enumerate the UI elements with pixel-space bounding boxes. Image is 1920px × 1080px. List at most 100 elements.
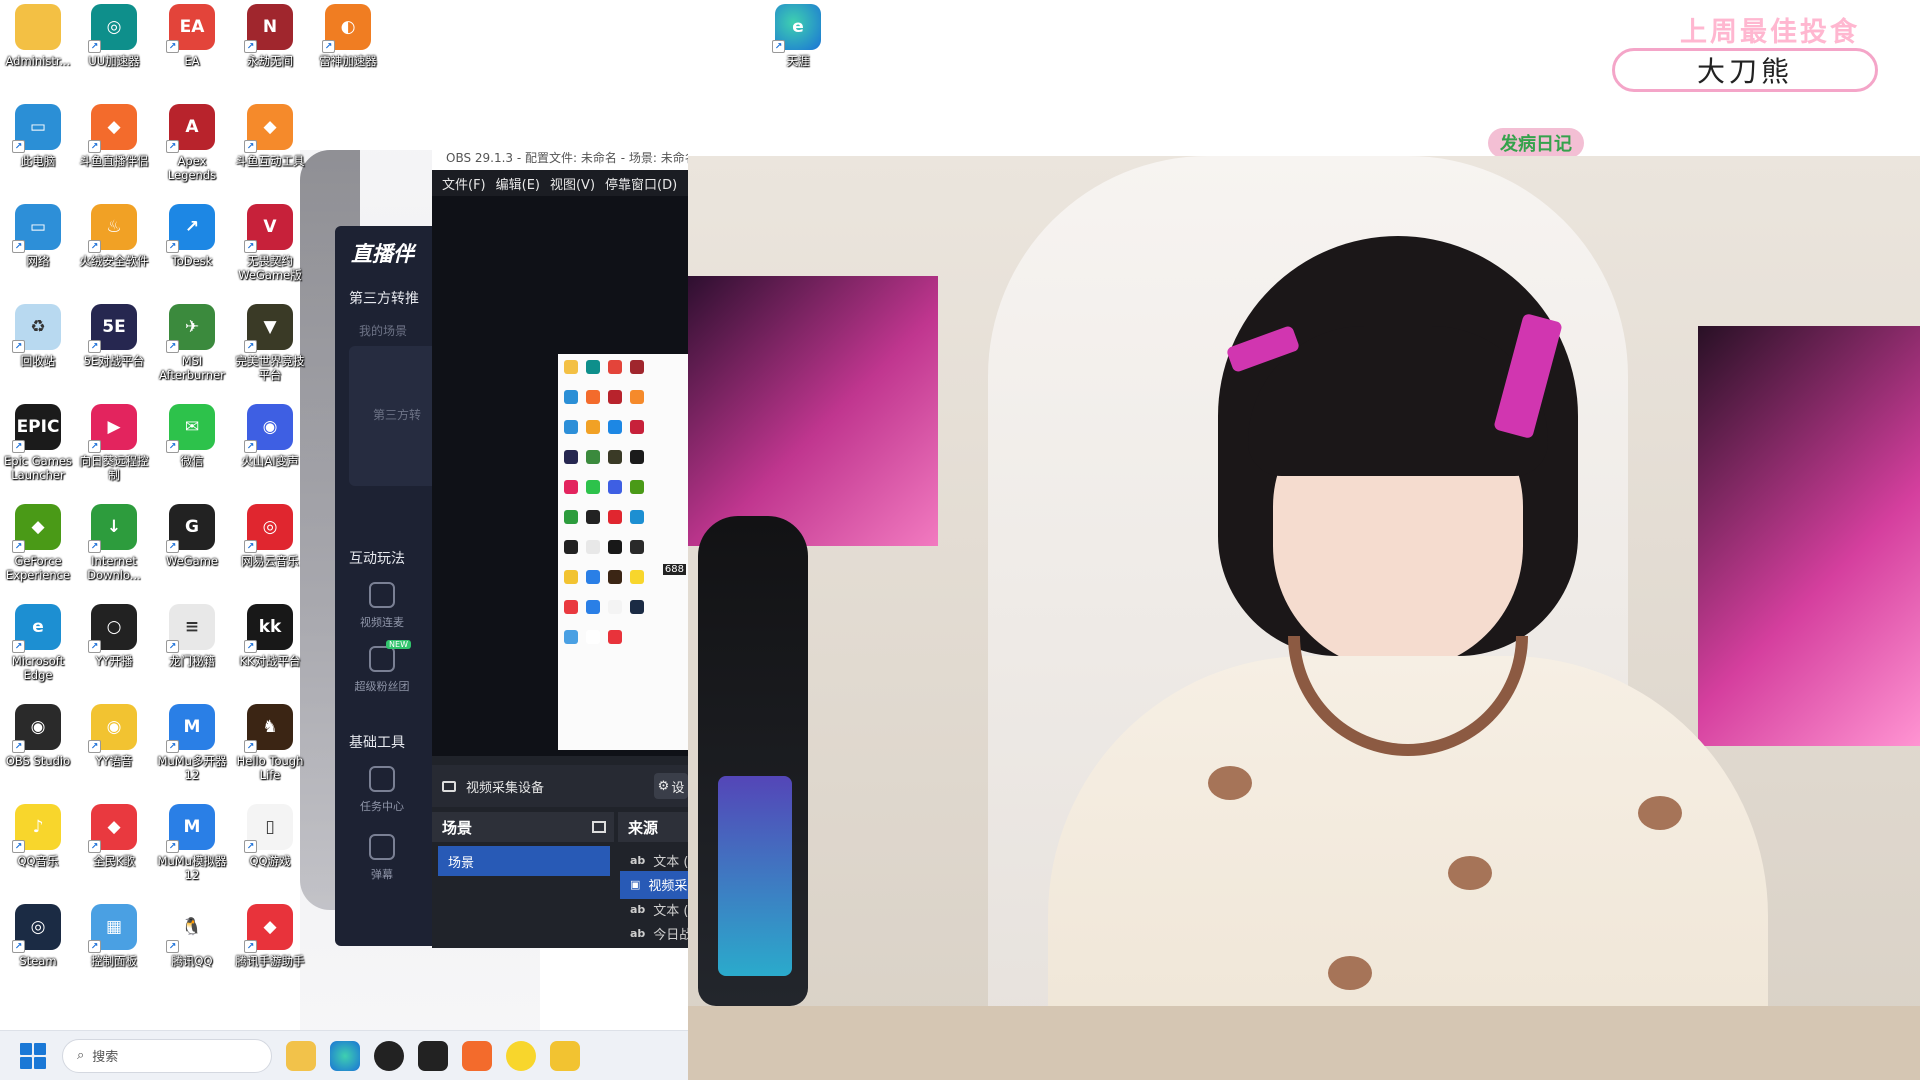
desktop-icon[interactable]: ♨ ↗ 火绒安全软件 [76,204,152,304]
obs-sources-panel-header: 来源 [618,812,688,842]
desktop-icon-label: 全民K歌 [92,854,136,868]
desktop-icon[interactable]: ≡ ↗ 龙门秘籍 [154,604,230,704]
edge-taskbar-icon[interactable] [330,1040,360,1071]
desktop-icon[interactable]: M ↗ MuMu多开器12 [154,704,230,804]
desktop-icon-label: MuMu模拟器12 [157,854,227,882]
desktop-icon[interactable]: ◆ ↗ 斗鱼互动工具 [232,104,308,204]
yy-taskbar-icon[interactable] [418,1040,448,1071]
desktop-icon[interactable]: ◆ ↗ 斗鱼直播伴侣 [76,104,152,204]
shortcut-arrow-icon: ↗ [12,440,25,453]
obs-scene-item[interactable]: 场景 [438,846,610,876]
obs-menu-view[interactable]: 视图(V) [550,174,595,193]
obs-source-settings-button[interactable]: ⚙ 设 [654,773,688,799]
desktop-icon[interactable]: ♻ ↗ 回收站 [0,304,76,404]
desktop-icon[interactable]: N ↗ 永劫无间 [232,4,308,104]
desktop-icon[interactable]: ◆ ↗ GeForce Experience [0,504,76,604]
desktop-icon[interactable]: ✈ ↗ MSI Afterburner [154,304,230,404]
desktop-icon-edge-top[interactable]: e ↗ 天涯 [760,4,836,104]
desktop-icon[interactable]: ◉ ↗ 火山AI变声 [232,404,308,504]
desktop-icon[interactable]: ◉ ↗ OBS Studio [0,704,76,804]
preview-mini-icon [630,540,644,554]
obs-titlebar[interactable]: OBS 29.1.3 - 配置文件: 未命名 - 场景: 未命名 [432,144,688,170]
preview-mini-icon [586,420,600,434]
webcam-feed [688,156,1920,1080]
obs-source-item[interactable]: ab文本 ( [620,944,688,948]
preview-mini-icon [586,450,600,464]
desktop-icon[interactable]: ◆ ↗ 全民K歌 [76,804,152,904]
app-icon: ▭ ↗ [12,104,61,153]
desktop-icon[interactable]: ◉ ↗ YY语音 [76,704,152,804]
video-link-tool[interactable]: 视频连麦 [349,582,415,630]
app-icon: ◎ ↗ [88,4,137,53]
desktop-icon[interactable]: ♪ ↗ QQ音乐 [0,804,76,904]
obs-sources-title: 来源 [628,818,659,837]
desktop-icon[interactable]: ◎ ↗ UU加速器 [76,4,152,104]
desktop-icon[interactable]: ▯ ↗ QQ游戏 [232,804,308,904]
obs-preview[interactable]: 688 [432,196,688,756]
preview-mini-icon [586,540,600,554]
super-fan-tool[interactable]: NEW 超级粉丝团 [349,640,415,694]
desktop-icon-label: 斗鱼直播伴侣 [79,154,149,168]
my-scene-tab[interactable]: 我的场景 [359,322,407,339]
obs-menu-edit[interactable]: 编辑(E) [496,174,540,193]
desktop-icon[interactable]: Administr... [0,4,76,104]
yy-voice-taskbar-icon[interactable] [550,1040,580,1071]
preview-mini-icon [564,630,578,644]
desktop-icon[interactable]: ◐ ↗ 雷神加速器 [310,4,386,104]
danmu-tool[interactable]: 弹幕 [349,834,415,882]
desktop-icon[interactable]: M ↗ MuMu模拟器12 [154,804,230,904]
desktop-icon[interactable]: 5E ↗ 5E对战平台 [76,304,152,404]
desktop-icon[interactable]: V ↗ 无畏契约 WeGame版 [232,204,308,304]
desktop-icon[interactable]: ◎ ↗ Steam [0,904,76,1004]
obs-taskbar-icon[interactable] [374,1040,404,1071]
desktop-icon[interactable]: ♞ ↗ Hello Tough Life [232,704,308,804]
preview-mini-icon [586,600,600,614]
obs-menu-docks[interactable]: 停靠窗口(D) [605,174,677,193]
obs-source-toolbar: 视频采集设备 ⚙ 设 [432,765,688,807]
desktop-icon[interactable]: ▼ ↗ 完美世界竞技平台 [232,304,308,404]
preview-mini-icon [564,510,578,524]
app-icon: N ↗ [244,4,293,53]
desktop-icon[interactable]: ◎ ↗ 网易云音乐 [232,504,308,604]
preview-mini-icon [630,480,644,494]
desktop-icon[interactable]: kk ↗ KK对战平台 [232,604,308,704]
desktop-icon[interactable]: e ↗ Microsoft Edge [0,604,76,704]
desktop-icon[interactable]: ▶ ↗ 向日葵远程控制 [76,404,152,504]
desktop-icon[interactable]: A ↗ Apex Legends [154,104,230,204]
douyu-taskbar-icon[interactable] [462,1040,492,1071]
wall-art-right [1698,326,1920,746]
desktop-icon[interactable]: ✉ ↗ 微信 [154,404,230,504]
undock-icon[interactable] [592,821,606,833]
preview-mini-icon [608,540,622,554]
source-type-icon: ▣ [630,878,641,891]
desktop-icon[interactable]: ▭ ↗ 网络 [0,204,76,304]
source-type-icon: ab [630,853,646,867]
file-explorer-icon[interactable] [286,1040,316,1071]
desktop-icon[interactable]: 🐧 ↗ 腾讯QQ [154,904,230,1004]
desktop-icon[interactable]: ↓ ↗ Internet Downlo... [76,504,152,604]
desktop-icon[interactable]: ↗ ↗ ToDesk [154,204,230,304]
desktop-icon[interactable]: ▦ ↗ 控制面板 [76,904,152,1004]
shortcut-arrow-icon: ↗ [12,940,25,953]
desktop-icon[interactable]: ○ ↗ YY开播 [76,604,152,704]
preview-mini-icon [608,450,622,464]
desktop-icon[interactable]: EPIC ↗ Epic Games Launcher [0,404,76,504]
danmu-icon [369,834,395,860]
desktop-icon[interactable]: ◆ ↗ 腾讯手游助手 [232,904,308,1004]
start-button[interactable] [20,1042,46,1069]
desktop-icon[interactable]: EA ↗ EA [154,4,230,104]
taskbar: ⌕ 搜索 [0,1030,688,1080]
obs-window[interactable]: OBS 29.1.3 - 配置文件: 未命名 - 场景: 未命名 文件(F) 编… [432,144,688,948]
obs-menu-file[interactable]: 文件(F) [442,174,486,193]
desktop-icon[interactable]: G ↗ WeGame [154,504,230,604]
app-icon: ◆ ↗ [12,504,61,553]
video-link-icon [369,582,395,608]
app-icon: e ↗ [12,604,61,653]
desktop-icon[interactable]: ▭ ↗ 此电脑 [0,104,76,204]
microphone-rgb-light [718,776,792,976]
desktop-icon-label: QQ游戏 [249,854,291,868]
taskbar-search[interactable]: ⌕ 搜索 [62,1038,272,1073]
task-center-tool[interactable]: 任务中心 [349,766,415,814]
app-icon: 5E ↗ [88,304,137,353]
qq-music-taskbar-icon[interactable] [506,1040,536,1071]
